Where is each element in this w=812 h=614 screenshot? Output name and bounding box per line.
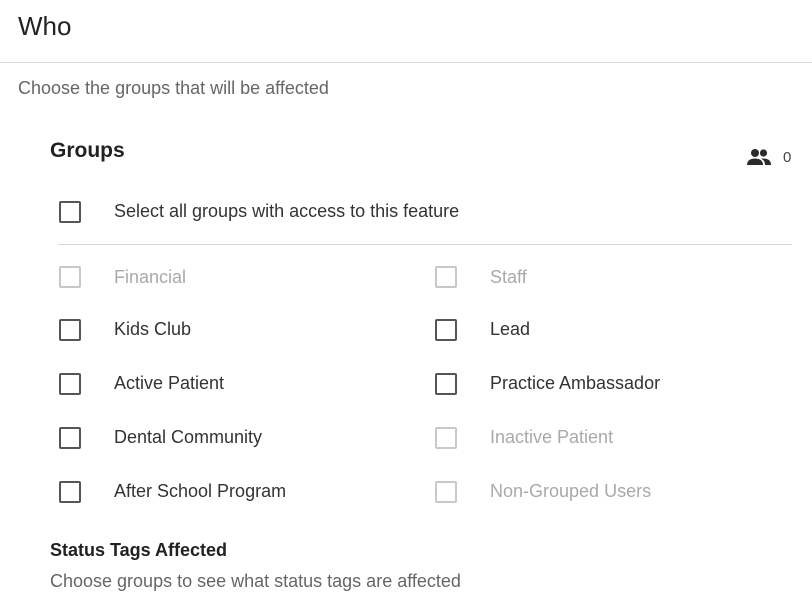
- selected-count: 0: [746, 146, 791, 168]
- group-label-staff: Staff: [490, 267, 527, 287]
- group-checkbox-dental-community[interactable]: [59, 427, 81, 449]
- group-checkbox-active-patient[interactable]: [59, 373, 81, 395]
- group-label-after-school-program[interactable]: After School Program: [114, 479, 286, 503]
- selected-count-value: 0: [783, 148, 792, 166]
- group-label-inactive-patient: Inactive Patient: [490, 427, 614, 447]
- group-checkbox-practice-ambassador[interactable]: [435, 373, 457, 395]
- status-tags-helper-text: Choose groups to see what status tags ar…: [50, 571, 461, 591]
- group-label-practice-ambassador[interactable]: Practice Ambassador: [490, 371, 660, 395]
- select-all-label[interactable]: Select all groups with access to this fe…: [114, 199, 459, 223]
- select-all-checkbox[interactable]: [59, 201, 81, 223]
- group-checkbox-inactive-patient: [435, 427, 457, 449]
- status-tags-heading: Status Tags Affected: [50, 540, 228, 560]
- group-checkbox-staff: [435, 266, 457, 288]
- group-checkbox-financial: [59, 266, 81, 288]
- title-divider: [0, 62, 812, 63]
- group-label-active-patient[interactable]: Active Patient: [114, 371, 224, 395]
- groups-heading: Groups: [50, 139, 125, 162]
- section-subtitle: Choose the groups that will be affected: [18, 78, 329, 98]
- group-checkbox-after-school-program[interactable]: [59, 481, 81, 503]
- group-checkbox-lead[interactable]: [435, 319, 457, 341]
- group-label-non-grouped-users: Non-Grouped Users: [490, 481, 652, 501]
- group-label-lead[interactable]: Lead: [490, 317, 530, 341]
- select-all-divider: [58, 244, 792, 245]
- group-label-dental-community[interactable]: Dental Community: [114, 425, 262, 449]
- group-label-financial: Financial: [114, 267, 187, 287]
- group-label-kids-club[interactable]: Kids Club: [114, 317, 191, 341]
- group-checkbox-non-grouped-users: [435, 481, 457, 503]
- section-title: Who: [18, 11, 72, 41]
- group-checkbox-kids-club[interactable]: [59, 319, 81, 341]
- people-icon: [747, 149, 771, 165]
